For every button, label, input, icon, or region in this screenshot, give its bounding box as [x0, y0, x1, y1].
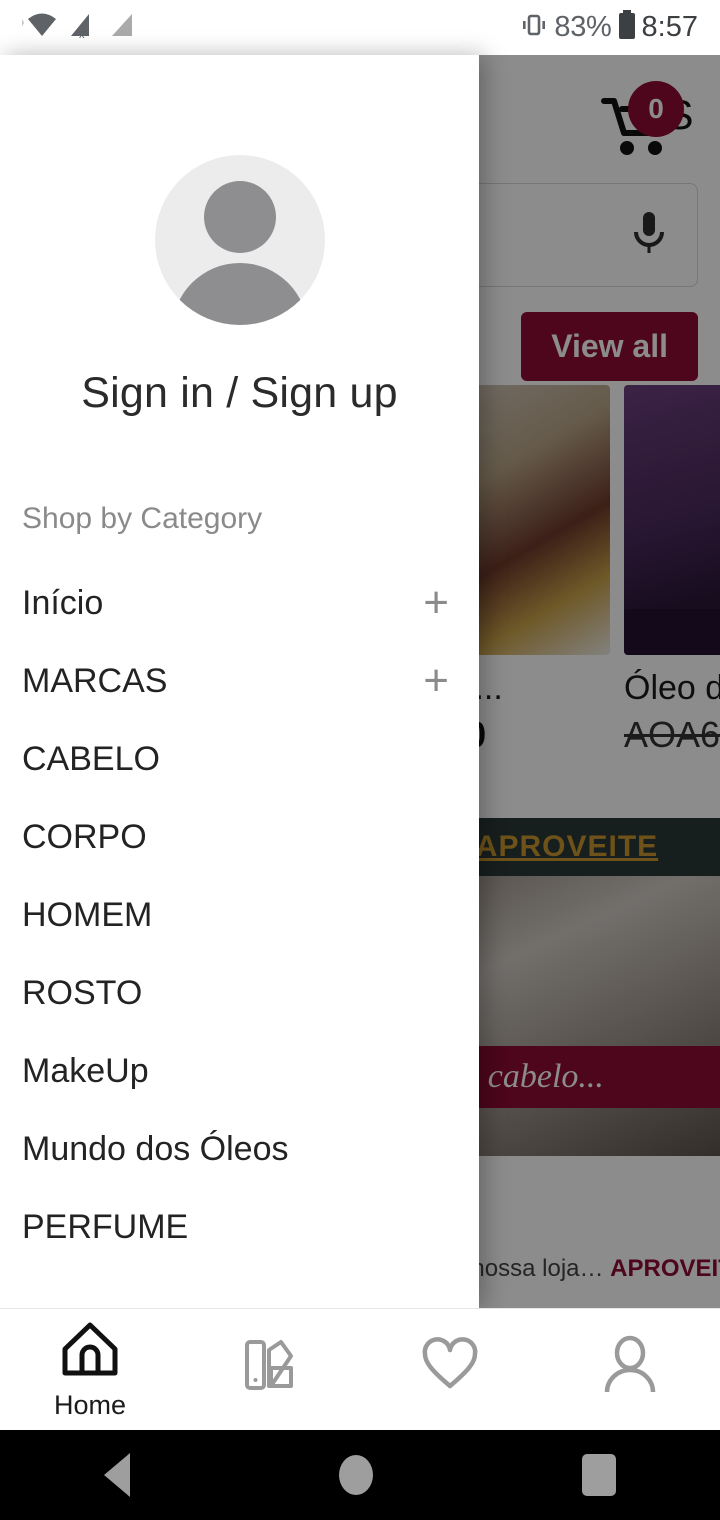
product-image [624, 385, 720, 655]
product-name: Óleo de [624, 669, 720, 707]
category-label: Início [22, 583, 104, 622]
category-list: Início + MARCAS + CABELO CORPO HOMEM ROS… [0, 564, 479, 1266]
category-label: MakeUp [22, 1051, 149, 1090]
promo-link[interactable]: APROVEITE [476, 830, 658, 864]
plus-icon[interactable]: + [423, 580, 449, 625]
person-icon [601, 1334, 659, 1401]
sidebar-item-perfume[interactable]: PERFUME [0, 1188, 479, 1266]
shop-by-category-title: Shop by Category [22, 502, 263, 535]
battery-icon [616, 9, 638, 46]
navigation-drawer: Sign in / Sign up Shop by Category Iníci… [0, 55, 479, 1308]
product-price-old: AOA6000 [624, 714, 720, 755]
wifi-icon [21, 10, 62, 45]
signal-bars-icon [106, 10, 140, 45]
drawer-header[interactable]: Sign in / Sign up [0, 55, 479, 418]
person-avatar-icon [154, 155, 325, 325]
sidebar-item-cabelo[interactable]: CABELO [0, 720, 479, 798]
clock-label: 8:57 [641, 11, 698, 43]
category-label: ROSTO [22, 973, 143, 1012]
home-circle-icon[interactable] [338, 1455, 373, 1495]
bottom-nav-home-label: Home [53, 1389, 127, 1420]
battery-percent-label: 83% [554, 11, 612, 43]
category-label: PERFUME [22, 1207, 189, 1246]
bottom-nav-account[interactable] [540, 1309, 720, 1430]
product-card[interactable]: Óleo de AOA6000 [624, 385, 720, 775]
sidebar-item-corpo[interactable]: CORPO [0, 798, 479, 876]
heart-icon [419, 1336, 481, 1399]
footer-accent: APROVEITE! [610, 1255, 720, 1282]
catalog-icon [241, 1334, 299, 1401]
svg-text:x: x [79, 29, 85, 40]
view-all-button[interactable]: View all [521, 311, 698, 381]
home-icon [57, 1319, 123, 1386]
category-label: MARCAS [22, 661, 168, 700]
status-bar-right-icons: 83% 8:57 [518, 9, 698, 46]
category-label: HOMEM [22, 895, 153, 934]
category-label: CORPO [22, 817, 147, 856]
cart-icon [600, 98, 678, 163]
sign-in-label[interactable]: Sign in / Sign up [81, 369, 398, 418]
plus-icon[interactable]: + [423, 658, 449, 703]
bottom-nav-wishlist[interactable] [360, 1309, 540, 1430]
phone-screen: x 83% 8:57 0 View all Óleo d AOA6 APROVE… [0, 0, 720, 1520]
vibrate-icon [518, 10, 550, 45]
cart-button[interactable]: 0 [600, 81, 684, 163]
back-triangle-icon[interactable] [104, 1453, 131, 1497]
status-bar-left-icons: x [21, 10, 140, 45]
sidebar-item-inicio[interactable]: Início + [0, 564, 479, 642]
bottom-nav-home[interactable]: Home [0, 1309, 180, 1430]
sidebar-item-homem[interactable]: HOMEM [0, 876, 479, 954]
bottom-navigation-bar: Home [0, 1308, 720, 1430]
category-label: CABELO [22, 739, 160, 778]
recents-square-icon[interactable] [581, 1454, 616, 1496]
sidebar-item-rosto[interactable]: ROSTO [0, 954, 479, 1032]
signal-no-sim-icon: x [67, 10, 101, 45]
bottom-nav-catalog[interactable] [180, 1309, 360, 1430]
cart-badge: 0 [628, 81, 684, 137]
microphone-icon[interactable] [627, 206, 671, 265]
system-navigation-bar [0, 1430, 720, 1520]
sidebar-item-marcas[interactable]: MARCAS + [0, 642, 479, 720]
category-label: Mundo dos Óleos [22, 1129, 289, 1168]
status-bar: x 83% 8:57 [0, 0, 720, 55]
sidebar-item-makeup[interactable]: MakeUp [0, 1032, 479, 1110]
sidebar-item-mundo-dos-oleos[interactable]: Mundo dos Óleos [0, 1110, 479, 1188]
